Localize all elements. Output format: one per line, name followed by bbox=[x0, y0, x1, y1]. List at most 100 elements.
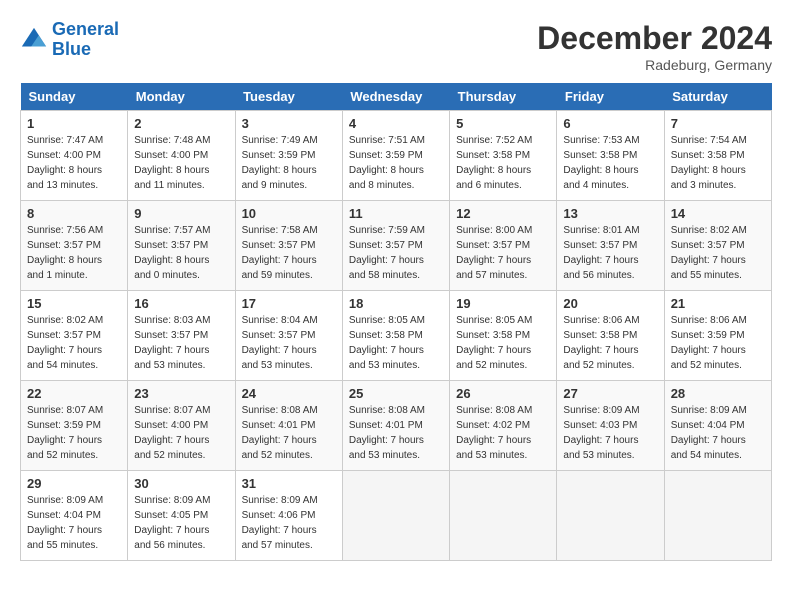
day-number: 13 bbox=[563, 206, 657, 221]
day-info: Sunrise: 8:00 AM Sunset: 3:57 PM Dayligh… bbox=[456, 223, 550, 283]
calendar-day-13: 13Sunrise: 8:01 AM Sunset: 3:57 PM Dayli… bbox=[557, 201, 664, 291]
day-number: 7 bbox=[671, 116, 765, 131]
month-title: December 2024 bbox=[537, 20, 772, 57]
calendar-header-wednesday: Wednesday bbox=[342, 83, 449, 111]
calendar-row: 8 Sunrise: 7:56 AM Sunset: 3:57 PM Daylig… bbox=[21, 201, 772, 291]
calendar-day-30: 30Sunrise: 8:09 AM Sunset: 4:05 PM Dayli… bbox=[128, 471, 235, 561]
day-info: Sunrise: 8:09 AM Sunset: 4:03 PM Dayligh… bbox=[563, 403, 657, 463]
calendar-header-saturday: Saturday bbox=[664, 83, 771, 111]
day-info: Sunrise: 8:03 AM Sunset: 3:57 PM Dayligh… bbox=[134, 313, 228, 373]
calendar-header-thursday: Thursday bbox=[450, 83, 557, 111]
calendar-day-5: 5 Sunrise: 7:52 AM Sunset: 3:58 PM Daylig… bbox=[450, 111, 557, 201]
day-info: Sunrise: 8:05 AM Sunset: 3:58 PM Dayligh… bbox=[349, 313, 443, 373]
calendar-day-12: 12 Sunrise: 8:00 AM Sunset: 3:57 PM Dayli… bbox=[450, 201, 557, 291]
day-number: 24 bbox=[242, 386, 336, 401]
day-number: 5 bbox=[456, 116, 550, 131]
day-info: Sunrise: 7:49 AM Sunset: 3:59 PM Dayligh… bbox=[242, 133, 336, 193]
calendar-day-21: 21 Sunrise: 8:06 AM Sunset: 3:59 PM Dayli… bbox=[664, 291, 771, 381]
calendar-day-2: 2 Sunrise: 7:48 AM Sunset: 4:00 PM Daylig… bbox=[128, 111, 235, 201]
day-info: Sunrise: 7:59 AM Sunset: 3:57 PM Dayligh… bbox=[349, 223, 443, 283]
day-number: 28 bbox=[671, 386, 765, 401]
empty-cell bbox=[450, 471, 557, 561]
day-info: Sunrise: 7:47 AM Sunset: 4:00 PM Dayligh… bbox=[27, 133, 121, 193]
day-number: 22 bbox=[27, 386, 121, 401]
empty-cell bbox=[557, 471, 664, 561]
day-number: 21 bbox=[671, 296, 765, 311]
day-info: Sunrise: 8:04 AM Sunset: 3:57 PM Dayligh… bbox=[242, 313, 336, 373]
calendar-row: 1 Sunrise: 7:47 AM Sunset: 4:00 PM Daylig… bbox=[21, 111, 772, 201]
calendar-day-10: 10Sunrise: 7:58 AM Sunset: 3:57 PM Dayli… bbox=[235, 201, 342, 291]
calendar-day-7: 7Sunrise: 7:54 AM Sunset: 3:58 PM Daylig… bbox=[664, 111, 771, 201]
calendar-day-28: 28 Sunrise: 8:09 AM Sunset: 4:04 PM Dayli… bbox=[664, 381, 771, 471]
calendar-day-19: 19Sunrise: 8:05 AM Sunset: 3:58 PM Dayli… bbox=[450, 291, 557, 381]
calendar-header-monday: Monday bbox=[128, 83, 235, 111]
calendar-day-16: 16 Sunrise: 8:03 AM Sunset: 3:57 PM Dayli… bbox=[128, 291, 235, 381]
day-info: Sunrise: 8:09 AM Sunset: 4:04 PM Dayligh… bbox=[27, 493, 121, 553]
day-number: 31 bbox=[242, 476, 336, 491]
day-number: 1 bbox=[27, 116, 121, 131]
day-info: Sunrise: 8:08 AM Sunset: 4:02 PM Dayligh… bbox=[456, 403, 550, 463]
day-number: 3 bbox=[242, 116, 336, 131]
day-number: 20 bbox=[563, 296, 657, 311]
calendar-day-6: 6 Sunrise: 7:53 AM Sunset: 3:58 PM Daylig… bbox=[557, 111, 664, 201]
empty-cell bbox=[664, 471, 771, 561]
calendar-day-22: 22 Sunrise: 8:07 AM Sunset: 3:59 PM Dayli… bbox=[21, 381, 128, 471]
calendar-header-sunday: Sunday bbox=[21, 83, 128, 111]
calendar-table: SundayMondayTuesdayWednesdayThursdayFrid… bbox=[20, 83, 772, 561]
day-number: 2 bbox=[134, 116, 228, 131]
day-info: Sunrise: 7:53 AM Sunset: 3:58 PM Dayligh… bbox=[563, 133, 657, 193]
day-number: 23 bbox=[134, 386, 228, 401]
day-info: Sunrise: 7:52 AM Sunset: 3:58 PM Dayligh… bbox=[456, 133, 550, 193]
day-number: 26 bbox=[456, 386, 550, 401]
day-info: Sunrise: 7:56 AM Sunset: 3:57 PM Dayligh… bbox=[27, 223, 121, 283]
title-area: December 2024 Radeburg, Germany bbox=[537, 20, 772, 73]
location: Radeburg, Germany bbox=[537, 57, 772, 73]
day-info: Sunrise: 8:07 AM Sunset: 4:00 PM Dayligh… bbox=[134, 403, 228, 463]
calendar-day-29: 29 Sunrise: 8:09 AM Sunset: 4:04 PM Dayli… bbox=[21, 471, 128, 561]
day-number: 12 bbox=[456, 206, 550, 221]
day-info: Sunrise: 7:48 AM Sunset: 4:00 PM Dayligh… bbox=[134, 133, 228, 193]
day-number: 25 bbox=[349, 386, 443, 401]
day-number: 4 bbox=[349, 116, 443, 131]
calendar-day-31: 31 Sunrise: 8:09 AM Sunset: 4:06 PM Dayli… bbox=[235, 471, 342, 561]
header: General Blue December 2024 Radeburg, Ger… bbox=[20, 20, 772, 73]
day-number: 14 bbox=[671, 206, 765, 221]
calendar-day-3: 3 Sunrise: 7:49 AM Sunset: 3:59 PM Daylig… bbox=[235, 111, 342, 201]
calendar-header-row: SundayMondayTuesdayWednesdayThursdayFrid… bbox=[21, 83, 772, 111]
calendar-day-11: 11 Sunrise: 7:59 AM Sunset: 3:57 PM Dayli… bbox=[342, 201, 449, 291]
logo: General Blue bbox=[20, 20, 119, 60]
calendar-header-tuesday: Tuesday bbox=[235, 83, 342, 111]
calendar-day-20: 20Sunrise: 8:06 AM Sunset: 3:58 PM Dayli… bbox=[557, 291, 664, 381]
day-number: 10 bbox=[242, 206, 336, 221]
day-info: Sunrise: 8:09 AM Sunset: 4:06 PM Dayligh… bbox=[242, 493, 336, 553]
day-info: Sunrise: 7:51 AM Sunset: 3:59 PM Dayligh… bbox=[349, 133, 443, 193]
day-info: Sunrise: 8:06 AM Sunset: 3:59 PM Dayligh… bbox=[671, 313, 765, 373]
day-info: Sunrise: 8:07 AM Sunset: 3:59 PM Dayligh… bbox=[27, 403, 121, 463]
calendar-day-23: 23 Sunrise: 8:07 AM Sunset: 4:00 PM Dayli… bbox=[128, 381, 235, 471]
calendar-day-25: 25Sunrise: 8:08 AM Sunset: 4:01 PM Dayli… bbox=[342, 381, 449, 471]
day-info: Sunrise: 7:57 AM Sunset: 3:57 PM Dayligh… bbox=[134, 223, 228, 283]
day-number: 29 bbox=[27, 476, 121, 491]
day-number: 9 bbox=[134, 206, 228, 221]
day-info: Sunrise: 8:02 AM Sunset: 3:57 PM Dayligh… bbox=[671, 223, 765, 283]
day-number: 16 bbox=[134, 296, 228, 311]
calendar-day-15: 15Sunrise: 8:02 AM Sunset: 3:57 PM Dayli… bbox=[21, 291, 128, 381]
calendar-day-26: 26 Sunrise: 8:08 AM Sunset: 4:02 PM Dayli… bbox=[450, 381, 557, 471]
calendar-day-9: 9 Sunrise: 7:57 AM Sunset: 3:57 PM Daylig… bbox=[128, 201, 235, 291]
calendar-row: 15Sunrise: 8:02 AM Sunset: 3:57 PM Dayli… bbox=[21, 291, 772, 381]
day-number: 6 bbox=[563, 116, 657, 131]
calendar-day-27: 27 Sunrise: 8:09 AM Sunset: 4:03 PM Dayli… bbox=[557, 381, 664, 471]
day-number: 18 bbox=[349, 296, 443, 311]
calendar-day-18: 18 Sunrise: 8:05 AM Sunset: 3:58 PM Dayli… bbox=[342, 291, 449, 381]
day-number: 8 bbox=[27, 206, 121, 221]
day-number: 15 bbox=[27, 296, 121, 311]
calendar-day-17: 17 Sunrise: 8:04 AM Sunset: 3:57 PM Dayli… bbox=[235, 291, 342, 381]
day-number: 19 bbox=[456, 296, 550, 311]
logo-icon bbox=[20, 26, 48, 54]
day-number: 30 bbox=[134, 476, 228, 491]
day-number: 17 bbox=[242, 296, 336, 311]
day-number: 11 bbox=[349, 206, 443, 221]
calendar-day-14: 14 Sunrise: 8:02 AM Sunset: 3:57 PM Dayli… bbox=[664, 201, 771, 291]
day-info: Sunrise: 8:09 AM Sunset: 4:04 PM Dayligh… bbox=[671, 403, 765, 463]
day-number: 27 bbox=[563, 386, 657, 401]
